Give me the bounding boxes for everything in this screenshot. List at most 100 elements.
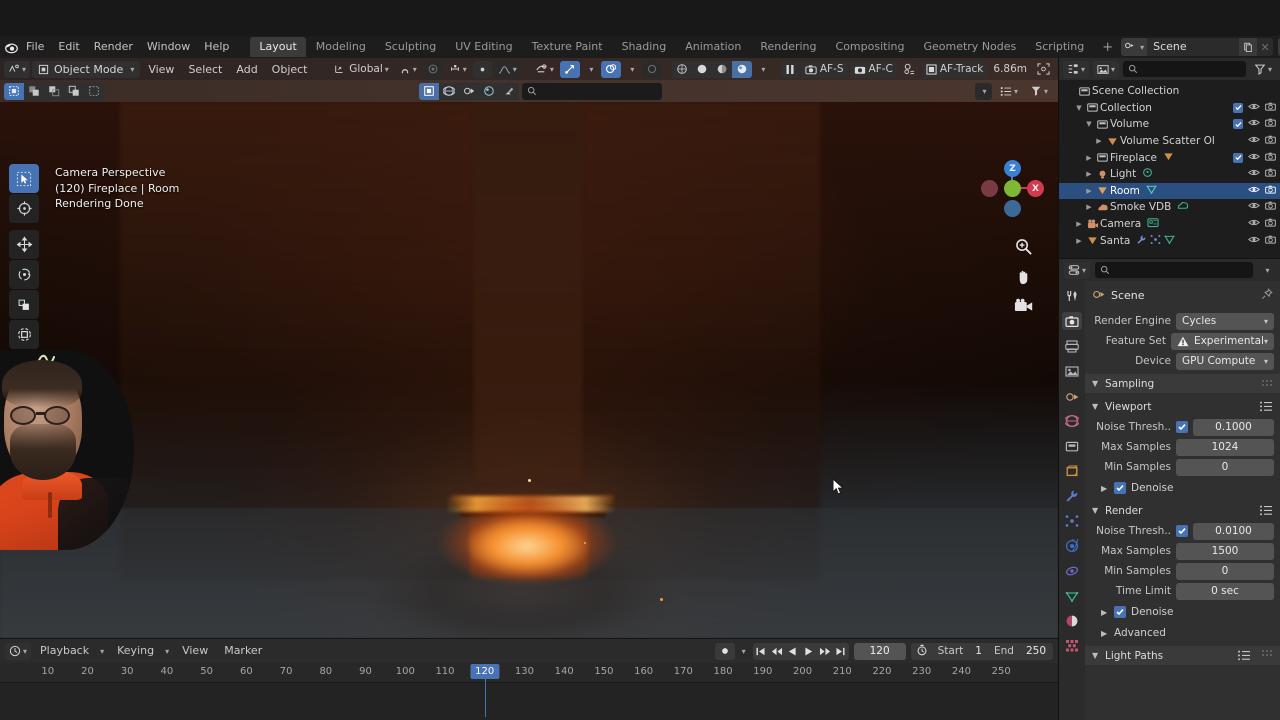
- sort-options-icon[interactable]: ▾: [996, 83, 1022, 100]
- wireframe-shading-button[interactable]: [672, 61, 692, 78]
- pan-hand-icon[interactable]: [1013, 266, 1034, 287]
- viewport-preset-icon[interactable]: [1259, 401, 1273, 412]
- hide-eye-icon[interactable]: [1248, 168, 1260, 180]
- disable-render-camera-icon[interactable]: [1265, 135, 1276, 147]
- properties-tab-viewlayer[interactable]: [1062, 362, 1082, 380]
- menu-file[interactable]: File: [19, 38, 51, 56]
- render-engine-dropdown[interactable]: Cycles ▾: [1176, 312, 1274, 330]
- proportional-edit-button[interactable]: [422, 60, 443, 78]
- filter-object-icon[interactable]: [419, 82, 440, 100]
- play-button[interactable]: [801, 643, 817, 660]
- timeline-menu-view[interactable]: View: [175, 642, 215, 660]
- outliner-row-smoke-vdb[interactable]: ▶ Smoke VDB: [1059, 199, 1280, 216]
- disclosure-icon[interactable]: ▶: [1083, 203, 1095, 211]
- show-gizmo-button[interactable]: [559, 60, 580, 78]
- select-extend-icon[interactable]: [24, 83, 44, 100]
- end-frame-value[interactable]: 250: [1019, 643, 1053, 660]
- disclosure-icon[interactable]: ▶: [1073, 237, 1085, 245]
- af-track-button[interactable]: AF-Track: [921, 60, 988, 78]
- properties-options-dropdown[interactable]: ▾: [1258, 262, 1275, 279]
- scene-name[interactable]: Scene: [1147, 38, 1239, 56]
- light-paths-panel-header[interactable]: ▼ Light Paths: [1085, 646, 1280, 665]
- timeline-playhead[interactable]: 120: [470, 664, 500, 679]
- snap-target-button[interactable]: [472, 60, 492, 78]
- pivot-point-button[interactable]: ▾: [445, 61, 471, 78]
- render-noise-threshold-checkbox[interactable]: [1176, 525, 1188, 537]
- search-input[interactable]: [522, 82, 663, 100]
- start-frame-value[interactable]: 1: [968, 643, 989, 660]
- 3d-viewport[interactable]: ▾ Object Mode ▾ View Select Add Object G…: [0, 58, 1058, 638]
- viewport-noise-threshold-value[interactable]: 0.1000: [1193, 418, 1274, 436]
- disclosure-icon[interactable]: ▼: [1083, 120, 1095, 128]
- zoom-icon[interactable]: [1013, 236, 1034, 257]
- hide-eye-icon[interactable]: [1248, 118, 1260, 130]
- timeline-editor-type-button[interactable]: ▾: [5, 642, 32, 660]
- hide-eye-icon[interactable]: [1248, 201, 1260, 213]
- disable-render-camera-icon[interactable]: [1265, 102, 1276, 114]
- gizmo-axis-y[interactable]: [1004, 180, 1021, 197]
- select-subtract-icon[interactable]: [44, 83, 64, 100]
- hide-eye-icon[interactable]: [1248, 102, 1260, 114]
- render-denoise-row[interactable]: ▶ Denoise: [1101, 603, 1274, 621]
- pause-render-button[interactable]: [780, 60, 799, 78]
- rendered-shading-button[interactable]: [731, 60, 752, 78]
- tab-uv-editing[interactable]: UV Editing: [446, 37, 521, 57]
- mesh-data-icon[interactable]: [1146, 184, 1157, 198]
- jump-to-end-button[interactable]: [833, 643, 849, 660]
- mesh-data-icon[interactable]: [1163, 151, 1174, 165]
- timeline-editor[interactable]: ▾ Playback ▾ Keying ▾ View Marker ▾ 120 …: [0, 638, 1058, 720]
- outliner-row-santa[interactable]: ▶ Santa: [1059, 232, 1280, 249]
- disable-render-camera-icon[interactable]: [1265, 118, 1276, 130]
- feature-set-dropdown[interactable]: Experimental ▾: [1170, 332, 1274, 350]
- tab-modeling[interactable]: Modeling: [307, 37, 375, 57]
- visibility-toggle-button[interactable]: ▾: [531, 61, 558, 78]
- hide-eye-icon[interactable]: [1248, 152, 1260, 164]
- add-workspace-button[interactable]: +: [1094, 40, 1121, 55]
- menu-edit[interactable]: Edit: [51, 38, 86, 56]
- outliner-row-fireplace[interactable]: ▶ Fireplace: [1059, 149, 1280, 166]
- gizmo-axis-z[interactable]: Z: [1004, 160, 1021, 177]
- cursor-tool[interactable]: [9, 194, 39, 223]
- exclude-checkbox[interactable]: [1233, 152, 1243, 163]
- light-paths-preset-icon[interactable]: [1237, 650, 1251, 661]
- disclosure-icon[interactable]: ▶: [1083, 154, 1095, 162]
- timeline-ruler[interactable]: 10 20 30 40 50 60 70 80 90 100 110 130 140 150 160 170 1…: [0, 663, 1058, 717]
- outliner-row-volume-collection[interactable]: ▼ Volume: [1059, 116, 1280, 133]
- outliner-search-input[interactable]: [1123, 61, 1246, 77]
- render-subpanel-header[interactable]: ▼ Render: [1085, 501, 1280, 520]
- render-advanced-row[interactable]: ▶ Advanced: [1101, 624, 1274, 642]
- viewport-menu-view[interactable]: View: [142, 61, 180, 78]
- modifier-icon[interactable]: [1136, 234, 1147, 248]
- volume-data-icon[interactable]: [1177, 200, 1189, 214]
- filter-scene-icon[interactable]: [459, 83, 479, 100]
- disable-render-camera-icon[interactable]: [1265, 168, 1276, 180]
- viewport-menu-add[interactable]: Add: [230, 61, 263, 78]
- properties-tab-output[interactable]: [1062, 337, 1082, 355]
- menu-help[interactable]: Help: [197, 38, 236, 56]
- tab-animation[interactable]: Animation: [676, 37, 750, 57]
- gizmo-axis-neg-x[interactable]: [981, 180, 998, 197]
- filter-brush-icon[interactable]: [499, 83, 519, 100]
- outliner-display-mode-button[interactable]: ▾: [1093, 60, 1120, 78]
- timeline-menu-playback[interactable]: Playback: [33, 642, 96, 660]
- camera-view-icon[interactable]: [1013, 296, 1034, 317]
- tab-shading[interactable]: Shading: [613, 37, 676, 57]
- timeline-menu-marker[interactable]: Marker: [217, 642, 269, 660]
- editor-type-button[interactable]: ▾: [4, 60, 31, 78]
- disable-render-camera-icon[interactable]: [1265, 235, 1276, 247]
- outliner-filter-icon[interactable]: ▾: [1250, 61, 1276, 78]
- viewport-denoise-row[interactable]: ▶ Denoise: [1101, 479, 1274, 497]
- select-invert-icon[interactable]: [84, 83, 104, 100]
- sampling-panel-header[interactable]: ▼ Sampling: [1085, 374, 1280, 393]
- disclosure-icon[interactable]: ▶: [1083, 187, 1095, 195]
- hide-eye-icon[interactable]: [1248, 135, 1260, 147]
- filter-world-icon[interactable]: [439, 83, 459, 100]
- unlink-scene-button[interactable]: ✕: [1257, 38, 1273, 56]
- navigation-gizmo[interactable]: Z X: [980, 156, 1044, 220]
- af-c-button[interactable]: AF-C: [849, 60, 897, 78]
- viewport-menu-select[interactable]: Select: [182, 61, 228, 78]
- properties-tab-object[interactable]: [1062, 462, 1082, 480]
- tracking-settings-icon[interactable]: [899, 61, 920, 78]
- tab-geometry-nodes[interactable]: Geometry Nodes: [914, 37, 1025, 57]
- viewport-denoise-checkbox[interactable]: [1114, 482, 1126, 494]
